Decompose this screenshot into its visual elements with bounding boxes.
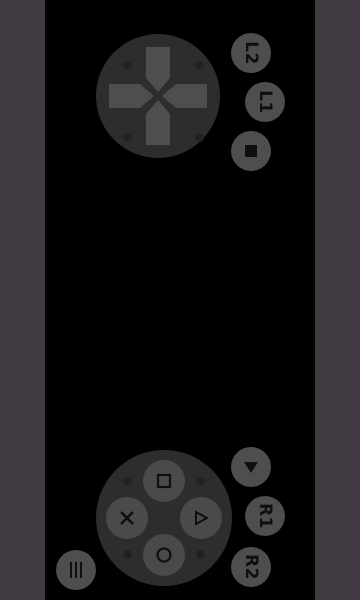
left-bezel	[0, 0, 45, 600]
r2-label: R2	[240, 554, 261, 580]
cross-symbol-icon	[120, 511, 134, 525]
stop-button[interactable]	[231, 131, 271, 171]
l2-label: L2	[240, 41, 261, 65]
face-corner-dot	[196, 550, 205, 559]
face-corner-dot	[196, 477, 205, 486]
r1-button[interactable]: R1	[245, 496, 285, 536]
right-bezel	[315, 0, 360, 600]
triangle-down-icon	[244, 462, 258, 473]
face-button-right[interactable]	[180, 497, 222, 539]
face-button-left[interactable]	[106, 497, 148, 539]
l2-button[interactable]: L2	[231, 33, 271, 73]
dpad-down[interactable]	[146, 100, 170, 145]
three-vertical-bars-icon	[70, 562, 82, 578]
r1-label: R1	[254, 503, 275, 529]
circle-symbol-icon	[156, 547, 172, 563]
dpad-right[interactable]	[162, 84, 207, 108]
face-corner-dot	[123, 477, 132, 486]
l1-label: L1	[254, 90, 275, 114]
r2-button[interactable]: R2	[231, 547, 271, 587]
face-corner-dot	[123, 550, 132, 559]
down-button[interactable]	[231, 447, 271, 487]
triangle-symbol-icon	[195, 510, 209, 526]
square-symbol-icon	[156, 473, 172, 489]
face-button-bottom[interactable]	[143, 534, 185, 576]
dpad-icon[interactable]	[96, 34, 220, 158]
menu-button[interactable]	[56, 550, 96, 590]
dpad-left[interactable]	[109, 84, 154, 108]
l1-button[interactable]: L1	[245, 82, 285, 122]
dpad-up[interactable]	[146, 47, 170, 92]
square-stop-icon	[245, 145, 257, 157]
face-button-top[interactable]	[143, 460, 185, 502]
